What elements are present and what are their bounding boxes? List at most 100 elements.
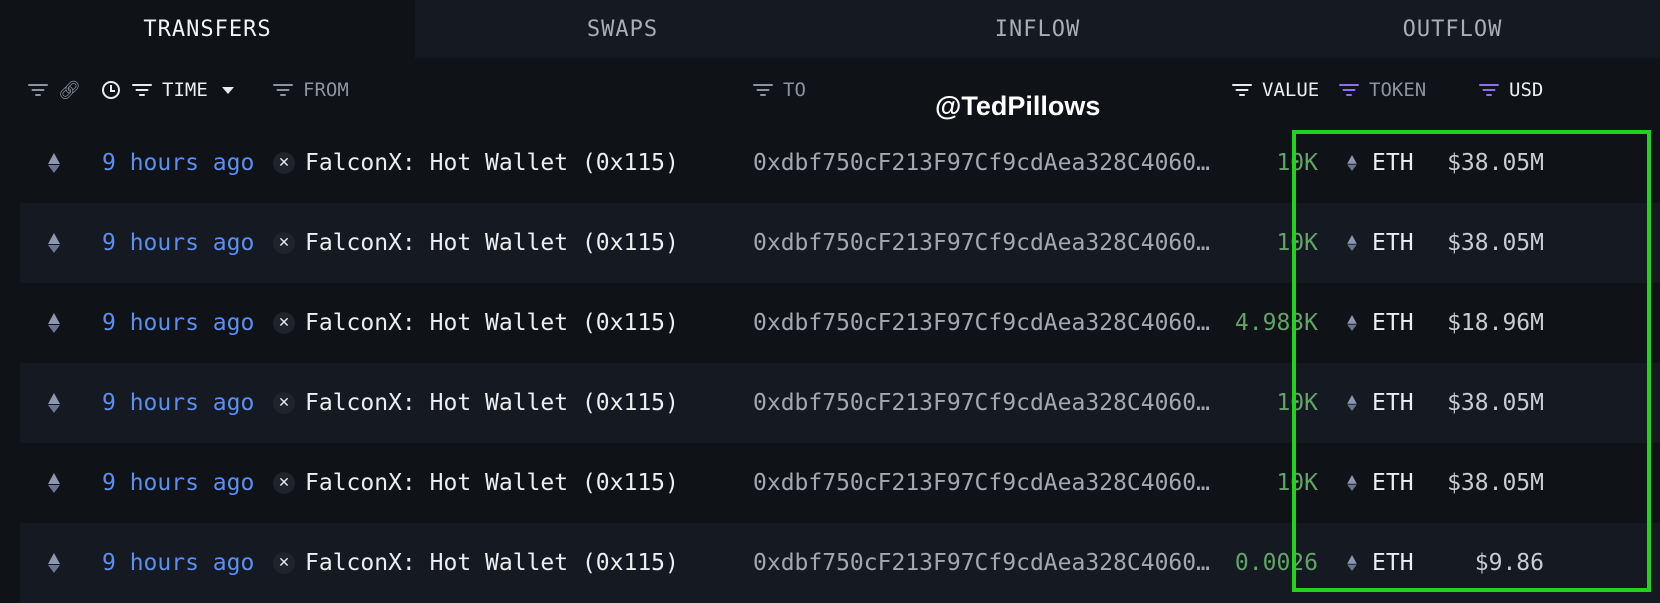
token-label: ETH [1372,230,1414,256]
falconx-icon: ✕ [273,152,295,174]
chain-cell [48,123,60,203]
ethereum-icon [1347,475,1357,491]
header-usd-label: USD [1509,79,1544,101]
from-entity[interactable]: FalconX: Hot Wallet (0x115) [305,390,679,416]
chain-cell [48,443,60,523]
ethereum-icon [1347,235,1357,251]
to-address[interactable]: 0xdbf750cF213F97Cf9cdAea328C4060… [753,443,1210,523]
token-label: ETH [1372,550,1414,576]
from-cell: ✕ FalconX: Hot Wallet (0x115) [273,123,679,203]
value-cell: 10K [1276,470,1318,496]
watermark: @TedPillows [935,91,1101,121]
value-cell: 10K [1276,390,1318,416]
value-cell: 10K [1276,150,1318,176]
tab-bar: TRANSFERS SWAPS INFLOW OUTFLOW [0,0,1660,58]
filter-icon[interactable] [28,83,48,97]
header-from[interactable]: FROM [273,60,349,120]
table-row[interactable]: 9 hours ago ✕ FalconX: Hot Wallet (0x115… [20,363,1660,443]
tab-inflow[interactable]: INFLOW [830,0,1245,58]
ethereum-icon [48,313,60,333]
time-link[interactable]: 9 hours ago [102,203,254,283]
token-cell[interactable]: ETH [1346,203,1414,283]
header-chain-controls: 🔗︎ [28,60,81,120]
filter-icon[interactable] [132,83,152,97]
link-icon[interactable]: 🔗︎ [58,80,81,101]
to-address[interactable]: 0xdbf750cF213F97Cf9cdAea328C4060… [753,363,1210,443]
time-link[interactable]: 9 hours ago [102,523,254,603]
from-cell: ✕ FalconX: Hot Wallet (0x115) [273,283,679,363]
ethereum-icon [48,393,60,413]
filter-icon[interactable] [1479,83,1499,97]
tab-transfers[interactable]: TRANSFERS [0,0,415,58]
table-row[interactable]: 9 hours ago ✕ FalconX: Hot Wallet (0x115… [20,443,1660,523]
chevron-down-icon[interactable] [221,86,234,94]
table-row[interactable]: 9 hours ago ✕ FalconX: Hot Wallet (0x115… [20,123,1660,203]
header-to-label: TO [783,79,806,101]
to-address[interactable]: 0xdbf750cF213F97Cf9cdAea328C4060… [753,523,1210,603]
time-link[interactable]: 9 hours ago [102,363,254,443]
chain-cell [48,203,60,283]
from-cell: ✕ FalconX: Hot Wallet (0x115) [273,203,679,283]
token-cell[interactable]: ETH [1346,363,1414,443]
filter-icon[interactable] [753,83,773,97]
usd-cell: $18.96M [1447,310,1544,336]
value-cell: 10K [1276,230,1318,256]
falconx-icon: ✕ [273,392,295,414]
header-time[interactable]: TIME [102,60,234,120]
token-cell[interactable]: ETH [1346,443,1414,523]
from-entity[interactable]: FalconX: Hot Wallet (0x115) [305,470,679,496]
to-address[interactable]: 0xdbf750cF213F97Cf9cdAea328C4060… [753,123,1210,203]
usd-cell: $38.05M [1447,150,1544,176]
from-cell: ✕ FalconX: Hot Wallet (0x115) [273,443,679,523]
ethereum-icon [48,153,60,173]
to-address[interactable]: 0xdbf750cF213F97Cf9cdAea328C4060… [753,203,1210,283]
tab-swaps[interactable]: SWAPS [415,0,830,58]
transfers-table: 9 hours ago ✕ FalconX: Hot Wallet (0x115… [20,123,1660,603]
falconx-icon: ✕ [273,472,295,494]
header-value[interactable]: VALUE [1232,60,1319,120]
token-cell[interactable]: ETH [1346,523,1414,603]
filter-icon[interactable] [273,83,293,97]
time-link[interactable]: 9 hours ago [102,123,254,203]
header-time-label: TIME [162,79,208,101]
table-row[interactable]: 9 hours ago ✕ FalconX: Hot Wallet (0x115… [20,523,1660,603]
usd-cell: $9.86 [1474,550,1544,576]
time-link[interactable]: 9 hours ago [102,283,254,363]
token-cell[interactable]: ETH [1346,123,1414,203]
from-cell: ✕ FalconX: Hot Wallet (0x115) [273,523,679,603]
filter-icon[interactable] [1339,83,1359,97]
usd-cell: $38.05M [1447,390,1544,416]
chain-cell [48,363,60,443]
header-usd[interactable]: USD [1479,60,1543,120]
header-value-label: VALUE [1262,79,1320,101]
header-token-label: TOKEN [1369,79,1427,101]
usd-cell: $38.05M [1447,470,1544,496]
table-row[interactable]: 9 hours ago ✕ FalconX: Hot Wallet (0x115… [20,203,1660,283]
clock-icon [102,81,120,99]
ethereum-icon [48,553,60,573]
from-entity[interactable]: FalconX: Hot Wallet (0x115) [305,550,679,576]
table-row[interactable]: 9 hours ago ✕ FalconX: Hot Wallet (0x115… [20,283,1660,363]
filter-icon[interactable] [1232,83,1252,97]
ethereum-icon [1347,155,1357,171]
table-header: 🔗︎ TIME FROM TO VALUE TOKEN USD [0,60,1660,120]
header-token[interactable]: TOKEN [1339,60,1426,120]
tab-outflow[interactable]: OUTFLOW [1245,0,1660,58]
chain-cell [48,283,60,363]
falconx-icon: ✕ [273,232,295,254]
ethereum-icon [1347,555,1357,571]
from-cell: ✕ FalconX: Hot Wallet (0x115) [273,363,679,443]
token-cell[interactable]: ETH [1346,283,1414,363]
token-label: ETH [1372,390,1414,416]
token-label: ETH [1372,470,1414,496]
usd-cell: $38.05M [1447,230,1544,256]
time-link[interactable]: 9 hours ago [102,443,254,523]
from-entity[interactable]: FalconX: Hot Wallet (0x115) [305,230,679,256]
header-to[interactable]: TO [753,60,806,120]
from-entity[interactable]: FalconX: Hot Wallet (0x115) [305,150,679,176]
to-address[interactable]: 0xdbf750cF213F97Cf9cdAea328C4060… [753,283,1210,363]
value-cell: 0.0026 [1234,550,1318,576]
chain-cell [48,523,60,603]
from-entity[interactable]: FalconX: Hot Wallet (0x115) [305,310,679,336]
falconx-icon: ✕ [273,552,295,574]
